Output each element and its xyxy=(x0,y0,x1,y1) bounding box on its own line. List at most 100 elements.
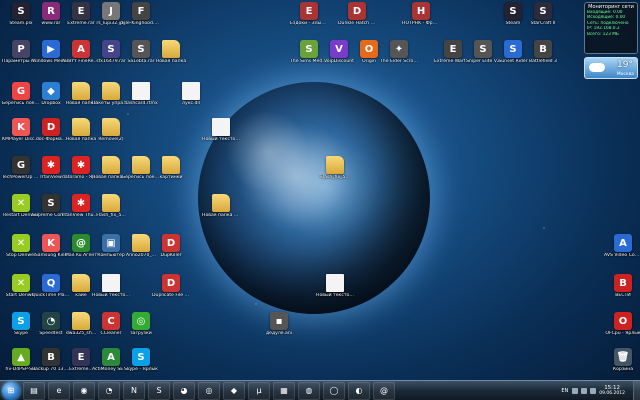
flag-tray-icon[interactable] xyxy=(590,387,597,394)
taskbar-firefox-button[interactable]: ◕ xyxy=(173,381,195,400)
desktop[interactable]: S Steam.plx Rwww.rar E Extreme.rar Jrs_lupi32… xyxy=(0,0,640,380)
desktop-icon[interactable]: DDuplicate File Remover xyxy=(152,274,190,308)
desktop-icon[interactable]: ◔ Speedtest xyxy=(34,312,68,346)
desktop-icon[interactable]: Новый текстовый xyxy=(202,118,240,152)
desktop-icon[interactable]: AActiMoney SE v7.29 xyxy=(92,348,130,380)
desktop-icon[interactable]: Flash_fix_5... xyxy=(318,156,352,190)
desktop-icon[interactable]: Новая папка xyxy=(64,82,98,116)
taskbar-app11-button[interactable]: ▦ xyxy=(273,381,295,400)
language-indicator[interactable]: EN xyxy=(561,388,568,394)
network-tray-icon[interactable] xyxy=(572,387,579,394)
desktop-icon[interactable]: EЕздоки - Злые Горы xyxy=(290,2,328,36)
desktop-icon[interactable]: S Sunset Rider xyxy=(496,40,530,74)
desktop-icon[interactable]: H HOTPHK - Фризия xyxy=(402,2,440,36)
taskbar-app12-button[interactable]: ◍ xyxy=(298,381,320,400)
desktop-icon[interactable]: Ssfx16479.rar xyxy=(94,40,128,74)
taskbar-safari-button[interactable]: ◎ xyxy=(198,381,220,400)
desktop-icon[interactable]: V VoipDiscount xyxy=(322,40,356,74)
taskbar-app14-button[interactable]: ◐ xyxy=(348,381,370,400)
desktop-icon[interactable]: O Origin xyxy=(352,40,386,74)
desktop-icon[interactable]: ✕ Restart Denwer xyxy=(3,194,39,228)
desktop-icon[interactable]: Remove(2) xyxy=(94,118,128,152)
desktop-icon[interactable]: G Берегись поезда xyxy=(2,82,40,116)
desktop-icon[interactable]: Flash_fix_5... xyxy=(94,194,128,228)
desktop-icon[interactable]: SSupreme Commander xyxy=(32,194,70,228)
desktop-icon[interactable]: AAVS Video Converter xyxy=(604,234,640,268)
desktop-icon[interactable]: Новый текстовый xyxy=(92,274,130,308)
desktop-icon[interactable]: ✱datoramo - Ярлык xyxy=(62,156,100,190)
clock[interactable]: 15:12 09.06.2012 xyxy=(599,385,625,396)
desktop-icon[interactable]: В ВЕСТИ xyxy=(606,274,640,308)
desktop-icon[interactable]: GTechPowerUp GPU-Z xyxy=(2,156,40,190)
desktop-icon[interactable]: PПараметры папки xyxy=(2,40,40,74)
start-button[interactable]: ⊞ xyxy=(2,381,20,400)
desktop-icon[interactable]: Новая папка (3) xyxy=(202,194,240,228)
taskbar-chrome-button[interactable]: ◉ xyxy=(73,381,95,400)
desktop-icon[interactable]: DDunkle Hatch RoW xyxy=(338,2,376,36)
network-monitor-gadget[interactable]: Мониторинг сети Входящие: 0.00 Исходящие… xyxy=(584,2,638,54)
desktop-icon[interactable]: EExtreme Warfare City xyxy=(434,40,472,74)
taskbar-mail-button[interactable]: @ xyxy=(373,381,395,400)
desktop-icon[interactable]: ▣ Компьютер xyxy=(94,234,128,268)
desktop-icon[interactable]: ▪ дедуля.ani xyxy=(262,312,296,346)
desktop-icon[interactable]: Пакеты управления xyxy=(92,82,130,116)
show-desktop-button[interactable] xyxy=(633,381,640,400)
desktop-icon[interactable]: A ABBYY FineReader xyxy=(62,40,100,74)
taskbar-skype-button[interactable]: S xyxy=(148,381,170,400)
desktop-icon[interactable]: ◎ загрузки xyxy=(124,312,158,346)
desktop-icon[interactable]: Новый текстовый xyxy=(316,274,354,308)
desktop-icon[interactable]: 🗑 Корзина xyxy=(606,348,640,380)
desktop-icon[interactable]: Anno2070_... xyxy=(124,234,158,268)
desktop-icon[interactable]: O OFCpu - Ярлык xyxy=(605,312,640,346)
desktop-icon[interactable]: S Skype - Ярлык xyxy=(124,348,158,380)
desktop-icon[interactable]: ✦The Elder Scrolls V xyxy=(380,40,418,74)
desktop-icon[interactable]: лукс.dll xyxy=(174,82,208,116)
desktop-icon[interactable]: кайе xyxy=(64,274,98,308)
weather-gadget[interactable]: 19° Москва xyxy=(584,57,638,79)
desktop-icon[interactable]: E Extreme.rar xyxy=(64,2,98,36)
desktop-icon[interactable]: @ Mail.Ru Агент xyxy=(64,234,98,268)
taskbar-nero-button[interactable]: N xyxy=(123,381,145,400)
desktop-icon[interactable]: Jrs_lupi32.jpg xyxy=(94,2,128,36)
volume-tray-icon[interactable] xyxy=(581,387,588,394)
taskbar-utorrent-button[interactable]: µ xyxy=(248,381,270,400)
desktop-icon[interactable]: C CCleaner xyxy=(94,312,128,346)
desktop-icon[interactable]: картинки xyxy=(154,156,188,190)
desktop-icon[interactable]: ▲ hv-D4PSP-S.E xyxy=(4,348,38,380)
desktop-icon[interactable]: S Sniper Elite V2 xyxy=(466,40,500,74)
desktop-icon[interactable]: dwa325_sh... xyxy=(64,312,98,346)
desktop-icon-label: The Elder Scrolls V xyxy=(380,59,418,64)
desktop-icon[interactable]: Новая папка xyxy=(64,118,98,152)
desktop-icon[interactable]: K Samsung Kies xyxy=(34,234,68,268)
desktop-icon[interactable]: S Sa1ebta.rar xyxy=(124,40,158,74)
desktop-icon[interactable]: BBackup 70 13.09.2012 xyxy=(32,348,70,380)
desktop-icon[interactable]: ✕ Stop Denwer xyxy=(4,234,38,268)
desktop-icon[interactable]: F File-Kinghood.rar xyxy=(122,2,160,36)
desktop-icon[interactable]: S StarCraft II xyxy=(526,2,560,36)
desktop-icon[interactable]: S Steam xyxy=(496,2,530,36)
desktop-icon[interactable]: Берегись поезда xyxy=(122,156,160,190)
desktop-icon[interactable]: ✱ IrfanView xyxy=(34,156,68,190)
desktop-icon[interactable]: ◆ Dropbox xyxy=(34,82,68,116)
taskbar-ie-button[interactable]: e xyxy=(48,381,70,400)
desktop-icon[interactable]: Rwww.rar xyxy=(34,2,68,36)
desktop-icon[interactable]: Ddoc-Форма... xyxy=(34,118,68,152)
desktop-icon[interactable]: S Steam.plx xyxy=(4,2,38,36)
desktop-icon[interactable]: S Skype xyxy=(4,312,38,346)
desktop-icon[interactable]: ▶Windows Media Player xyxy=(32,40,70,74)
desktop-icon[interactable]: Новая папка (2) xyxy=(92,156,130,190)
taskbar-speed-button[interactable]: ◔ xyxy=(98,381,120,400)
desktop-icon[interactable]: Q QuickTime Player xyxy=(32,274,70,308)
taskbar-opera-button[interactable]: ◯ xyxy=(323,381,345,400)
taskbar-explorer-button[interactable]: ▤ xyxy=(23,381,45,400)
desktop-icon[interactable]: ✕ Start Denwer xyxy=(4,274,38,308)
desktop-icon[interactable]: KKMPlayer Discover xyxy=(2,118,40,152)
desktop-icon[interactable]: flashcard.rtmx xyxy=(124,82,158,116)
desktop-icon[interactable]: SThe Sims Medieval xyxy=(290,40,328,74)
desktop-icon[interactable]: D DupKiller xyxy=(154,234,188,268)
desktop-icon[interactable]: ✱IrfanView Thumbnails xyxy=(62,194,100,228)
desktop-icon[interactable]: B Battlefield 3 xyxy=(526,40,560,74)
desktop-icon[interactable]: E Extreme... xyxy=(64,348,98,380)
desktop-icon[interactable]: Новая папка xyxy=(154,40,188,74)
taskbar-app9-button[interactable]: ◆ xyxy=(223,381,245,400)
